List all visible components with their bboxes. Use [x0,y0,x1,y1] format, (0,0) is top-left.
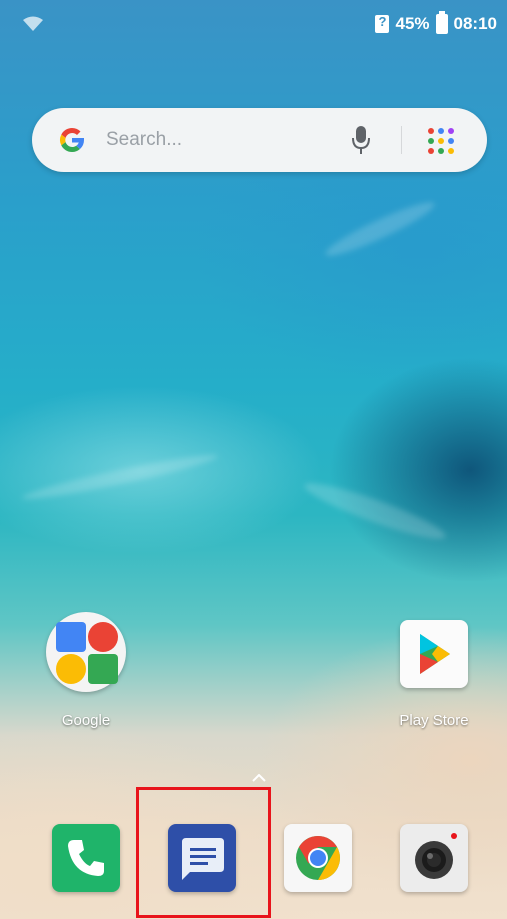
chevron-up-icon [252,774,266,782]
highlight-box [136,787,271,918]
google-folder-icon[interactable] [46,612,126,692]
home-screen: 45% 08:10 Search... [0,0,507,919]
wifi-icon [23,16,43,31]
status-indicators: 45% 08:10 [375,11,497,36]
mic-icon[interactable] [350,124,372,156]
phone-icon [68,840,104,876]
google-folder-label: Google [61,712,111,729]
play-store-label: Play Store [399,712,469,729]
apps-grid-icon[interactable] [428,128,454,154]
play-mini-icon [88,654,118,684]
search-divider [401,126,402,154]
wallpaper-wave [321,195,439,263]
play-triangle-icon [420,634,450,674]
chrome-icon [296,836,340,880]
chrome-app-button[interactable] [284,824,352,892]
google-g-icon [60,127,85,153]
battery-percent: 45% [395,14,430,33]
play-store-icon[interactable] [400,620,468,688]
battery-icon [435,11,448,34]
wallpaper-wave [20,449,220,505]
photos-mini-icon [56,654,86,684]
wallpaper-wave [300,475,450,547]
status-bar: 45% 08:10 [0,0,507,44]
phone-app-button[interactable] [52,824,120,892]
google-search-bar[interactable]: Search... [32,108,487,172]
camera-app-button[interactable] [400,824,468,892]
clock: 08:10 [453,14,497,33]
sim-icon [375,14,390,33]
camera-icon [415,833,457,879]
maps-mini-icon [56,622,86,652]
search-placeholder: Search... [106,129,183,150]
youtube-mini-icon [88,622,118,652]
